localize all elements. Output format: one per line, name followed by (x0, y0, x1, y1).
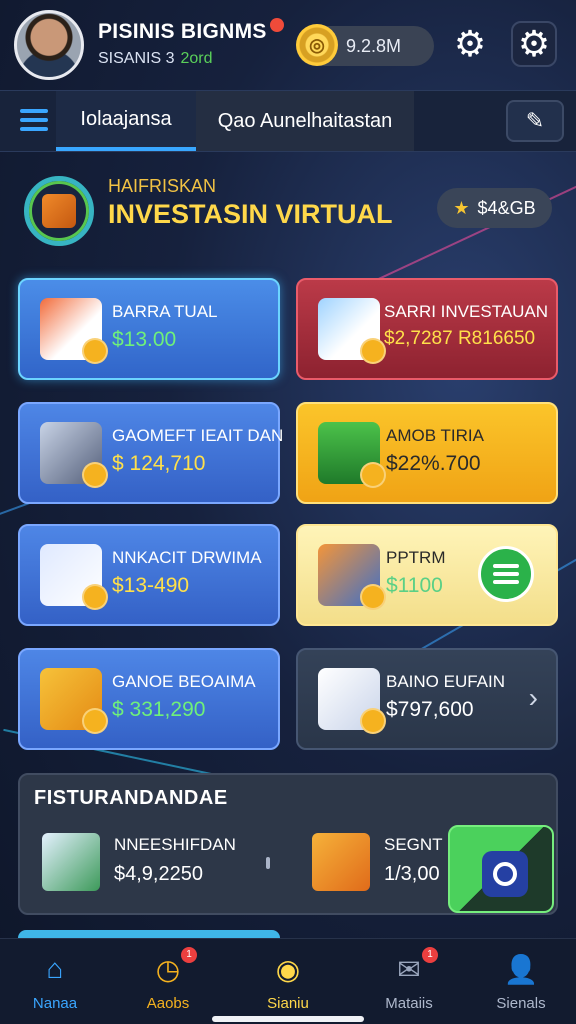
card-value: $22%.700 (386, 452, 481, 475)
nav-label: Mataiis (385, 995, 433, 1012)
promo-tile[interactable] (448, 825, 554, 913)
edit-icon[interactable]: ✎ (506, 100, 564, 142)
cube-icon (24, 176, 94, 246)
investment-card[interactable]: BARRA TUAL $13.00 (18, 278, 280, 380)
chest-icon (40, 668, 108, 734)
profile-header: PISINIS BIGNMS SISANIS 3 2ord ◎ 9.2.8M ⚙ … (0, 0, 576, 88)
item-title: SEGNT (384, 835, 443, 854)
investment-card[interactable]: PPTRM $1100 (296, 524, 558, 626)
coin-icon: ◎ (296, 24, 338, 66)
featured-item[interactable]: NNEESHIFDAN $4,9,2250 (42, 829, 262, 899)
user-name: PISINIS BIGNMS (98, 20, 267, 43)
divider-dot (266, 857, 270, 869)
investment-card[interactable]: NNKACIT DRWIMA $13-490 (18, 524, 280, 626)
card-title: BARRA TUAL (112, 302, 218, 321)
star-icon: ★ (453, 197, 470, 218)
bottom-navigation: ⌂ Nanaa ◷ 1 Aaobs ◉ Sianiu ✉ 1 Mataiis 👤… (0, 938, 576, 1024)
tab-active[interactable]: Iolaajansa (56, 91, 196, 151)
hamburger-menu-icon[interactable] (14, 103, 54, 139)
card-value: $1100 (386, 574, 443, 597)
box-icon (318, 422, 386, 488)
card-value: $13-490 (112, 574, 190, 597)
card-title: AMOB TIRIA (386, 426, 484, 445)
crate-icon (312, 833, 370, 891)
investment-card[interactable]: GAOMEFT IEAIT DAN $ 124,710 (18, 402, 284, 504)
tab-secondary[interactable]: Qao Aunelhaitastan (196, 91, 414, 151)
home-indicator (212, 1016, 364, 1022)
user-subtitle: SISANIS 3 2ord (98, 50, 213, 68)
featured-item[interactable]: SEGNT 1/3,00 (312, 829, 452, 899)
settings-gear-icon[interactable]: ⚙ (511, 21, 557, 67)
investment-card[interactable]: BAINO EUFAIN $797,600 › (296, 648, 558, 750)
item-title: NNEESHIFDAN (114, 835, 236, 854)
avatar[interactable] (14, 10, 84, 80)
nav-label: Nanaa (32, 995, 78, 1012)
tab-bar: Iolaajansa Qao Aunelhaitastan ✎ (0, 90, 576, 152)
notification-badge: 1 (181, 947, 197, 963)
document-icon (40, 298, 108, 364)
nav-item-messages[interactable]: ✉ 1 Mataiis (354, 947, 464, 1017)
section-title: FISTURANDANDAE (34, 787, 228, 809)
app-logo-icon (482, 851, 528, 897)
laptop-icon (40, 422, 108, 488)
home-icon: ⌂ (46, 953, 64, 984)
document-icon (318, 298, 386, 364)
nav-item-profile[interactable]: 👤 Sienals (466, 947, 576, 1017)
card-value: $797,600 (386, 698, 474, 721)
nav-label: Sianiu (267, 995, 309, 1012)
investment-card[interactable]: GANOE BEOAIMA $ 331,290 (18, 648, 280, 750)
nav-label: Sienals (496, 995, 546, 1012)
star-badge[interactable]: ★ $4&GB (437, 188, 552, 228)
document-icon (40, 544, 108, 610)
user-icon: 👤 (503, 953, 539, 985)
card-title: GAOMEFT IEAIT DAN (112, 426, 284, 445)
book-icon (42, 833, 100, 891)
card-value: $ 124,710 (112, 452, 206, 475)
featured-section: FISTURANDANDAE NNEESHIFDAN $4,9,2250 SEG… (18, 773, 558, 915)
investment-card[interactable]: AMOB TIRIA $22%.700 (296, 402, 558, 504)
investment-card[interactable]: SARRI INVESTAUAN $2,7287 R816650 (296, 278, 558, 380)
user-level-highlight: 2ord (180, 50, 213, 67)
chevron-right-icon[interactable]: › (529, 682, 538, 714)
card-title: GANOE BEOAIMA (112, 672, 256, 691)
nav-item-center[interactable]: ◉ Sianiu (233, 947, 343, 1017)
page-title: INVESTASIN VIRTUAL (108, 199, 393, 229)
nav-label: Aaobs (146, 995, 190, 1012)
card-value: $ 331,290 (112, 698, 206, 721)
notification-dot (270, 18, 284, 32)
chat-icon: ◉ (275, 953, 301, 985)
gear-icon[interactable]: ⚙ (447, 21, 493, 67)
card-title: BAINO EUFAIN (386, 672, 506, 691)
card-value: $13.00 (112, 328, 177, 351)
card-title: SARRI INVESTAUAN (384, 302, 549, 321)
card-title: PPTRM (386, 548, 446, 567)
notification-badge: 1 (422, 947, 438, 963)
message-icon[interactable] (478, 546, 534, 602)
item-value: $4,9,2250 (114, 863, 203, 885)
user-level: SISANIS 3 (98, 50, 175, 67)
nav-item-home[interactable]: ⌂ Nanaa (0, 947, 110, 1017)
hero-kicker: HAIFRISKAN (108, 176, 217, 196)
coin-balance[interactable]: ◎ 9.2.8M (296, 24, 434, 66)
nav-item-jobs[interactable]: ◷ 1 Aaobs (113, 947, 223, 1017)
card-title: NNKACIT DRWIMA (112, 548, 262, 567)
document-icon (318, 668, 386, 734)
item-value: 1/3,00 (384, 863, 440, 885)
badge-value: $4&GB (477, 197, 536, 218)
coin-value: 9.2.8M (346, 36, 402, 56)
card-value: $2,7287 R816650 (384, 328, 536, 349)
bag-icon (318, 544, 386, 610)
